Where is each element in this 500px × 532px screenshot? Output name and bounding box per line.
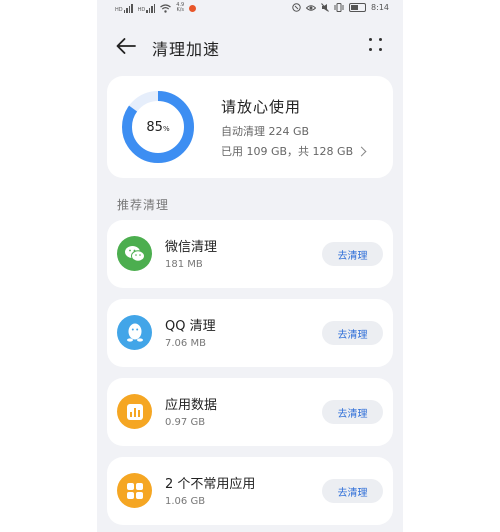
list-item-qq-clean[interactable]: QQ 清理 7.06 MB 去清理: [107, 299, 393, 367]
item-name: 2 个不常用应用: [165, 477, 256, 492]
battery-icon: [349, 3, 367, 12]
storage-status-title: 请放心使用: [221, 98, 302, 116]
section-label-recommended: 推荐清理: [117, 198, 170, 212]
clean-button[interactable]: 去清理: [322, 321, 383, 345]
clean-button[interactable]: 去清理: [322, 242, 383, 266]
network-speed: 4.9 K/s: [176, 3, 184, 13]
signal-icon: HD: [115, 3, 133, 13]
nfc-icon: [292, 3, 301, 12]
auto-clean-text: 自动清理 224 GB: [221, 125, 310, 138]
signal-hd-label: HD: [137, 6, 146, 13]
chevron-right-icon: [356, 146, 367, 156]
wechat-icon: [117, 236, 152, 271]
item-name: 微信清理: [165, 240, 218, 255]
list-item-wechat-clean[interactable]: 微信清理 181 MB 去清理: [107, 220, 393, 288]
status-bar-left: HD HD 4.9 K/s: [115, 3, 197, 13]
network-speed-unit: K/s: [176, 7, 185, 13]
item-name: QQ 清理: [165, 319, 216, 334]
list-item-app-data[interactable]: 应用数据 0.97 GB 去清理: [107, 378, 393, 446]
item-size: 181 MB: [165, 259, 203, 270]
item-size: 1.06 GB: [165, 496, 206, 507]
page-title: 清理加速: [152, 40, 221, 59]
app-header: 清理加速: [97, 26, 403, 66]
item-name: 应用数据: [165, 398, 218, 413]
signal-icon: HD: [137, 3, 156, 13]
signal-hd-label: HD: [115, 6, 123, 13]
storage-summary-card[interactable]: 85 % 请放心使用 自动清理 224 GB 已用 109 GB，共 128 G…: [107, 76, 393, 178]
storage-percent-value: 85: [146, 119, 163, 135]
mute-icon: [321, 3, 329, 12]
item-size: 7.06 MB: [165, 338, 206, 349]
list-item-unused-apps[interactable]: 2 个不常用应用 1.06 GB 去清理: [107, 457, 393, 525]
phone-screen: HD HD 4.9 K/s 8:14 清理加速 85 % 请放心使用 自动清理 …: [97, 0, 403, 532]
clean-button[interactable]: 去清理: [322, 400, 383, 424]
storage-usage-link[interactable]: 已用 109 GB，共 128 GB: [221, 143, 367, 159]
apps-grid-icon: [117, 473, 152, 508]
qq-icon: [117, 315, 152, 350]
back-arrow-icon[interactable]: [115, 36, 137, 56]
storage-percent-sign: %: [162, 125, 170, 133]
storage-percent: 85 %: [121, 90, 195, 164]
clock: 8:14: [371, 3, 389, 12]
vibrate-icon: [334, 3, 344, 12]
wifi-icon: [160, 3, 172, 13]
item-size: 0.97 GB: [165, 417, 206, 428]
status-bar: HD HD 4.9 K/s 8:14: [97, 0, 403, 22]
storage-usage-text: 已用 109 GB，共 128 GB: [221, 145, 354, 158]
more-options-icon[interactable]: [369, 38, 383, 52]
notification-dot-icon: [189, 4, 197, 12]
status-bar-right: 8:14: [292, 3, 389, 12]
clean-button[interactable]: 去清理: [322, 479, 383, 503]
eye-icon: [306, 4, 317, 11]
app-data-icon: [117, 394, 152, 429]
